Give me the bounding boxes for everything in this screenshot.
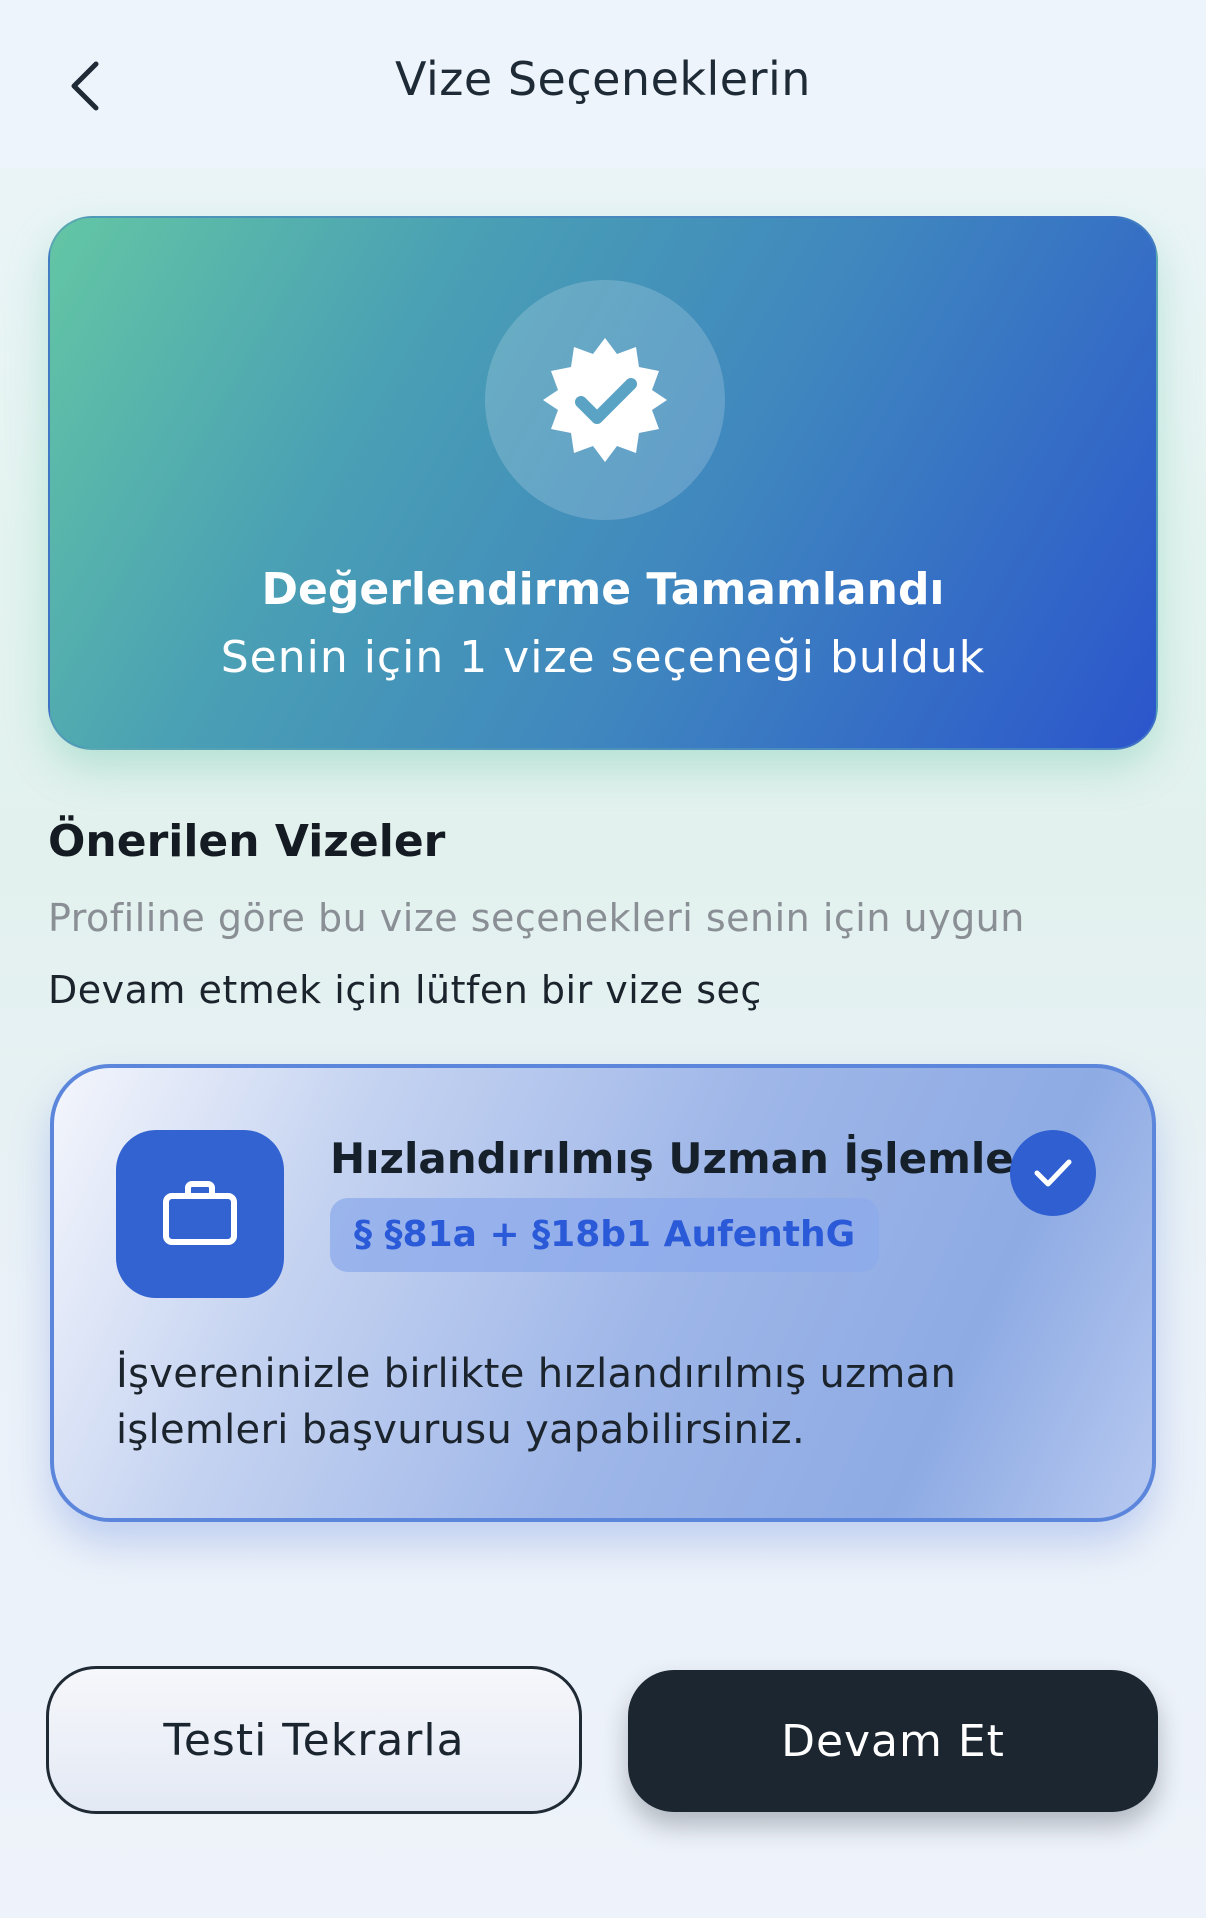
visa-title: Hızlandırılmış Uzman İşlemleri (330, 1134, 1049, 1183)
check-icon (1034, 1159, 1072, 1187)
page-title: Vize Seçeneklerin (395, 52, 811, 106)
visa-option-card[interactable]: Hızlandırılmış Uzman İşlemleri § §81a + … (50, 1064, 1156, 1522)
verified-badge-icon (543, 338, 667, 462)
section-hint: Devam etmek için lütfen bir vize seç (48, 968, 762, 1012)
selected-check-indicator[interactable] (1010, 1130, 1096, 1216)
section-title: Önerilen Vizeler (48, 816, 446, 867)
hero-title: Değerlendirme Tamamlandı (261, 564, 945, 615)
badge-circle (485, 280, 725, 520)
assessment-complete-banner: Değerlendirme Tamamlandı Senin için 1 vi… (48, 216, 1158, 750)
visa-legal-tag: § §81a + §18b1 AufenthG (330, 1198, 880, 1272)
section-subtitle: Profiline göre bu vize seçenekleri senin… (48, 896, 1025, 940)
visa-icon-box (116, 1130, 284, 1298)
retry-test-button[interactable]: Testi Tekrarla (46, 1666, 582, 1814)
visa-description: İşvereninizle birlikte hızlandırılmış uz… (116, 1351, 957, 1453)
briefcase-icon (163, 1181, 237, 1245)
continue-button[interactable]: Devam Et (628, 1670, 1158, 1812)
top-bar: Vize Seçeneklerin (0, 0, 1206, 168)
hero-subtitle: Senin için 1 vize seçeneği bulduk (220, 632, 986, 683)
